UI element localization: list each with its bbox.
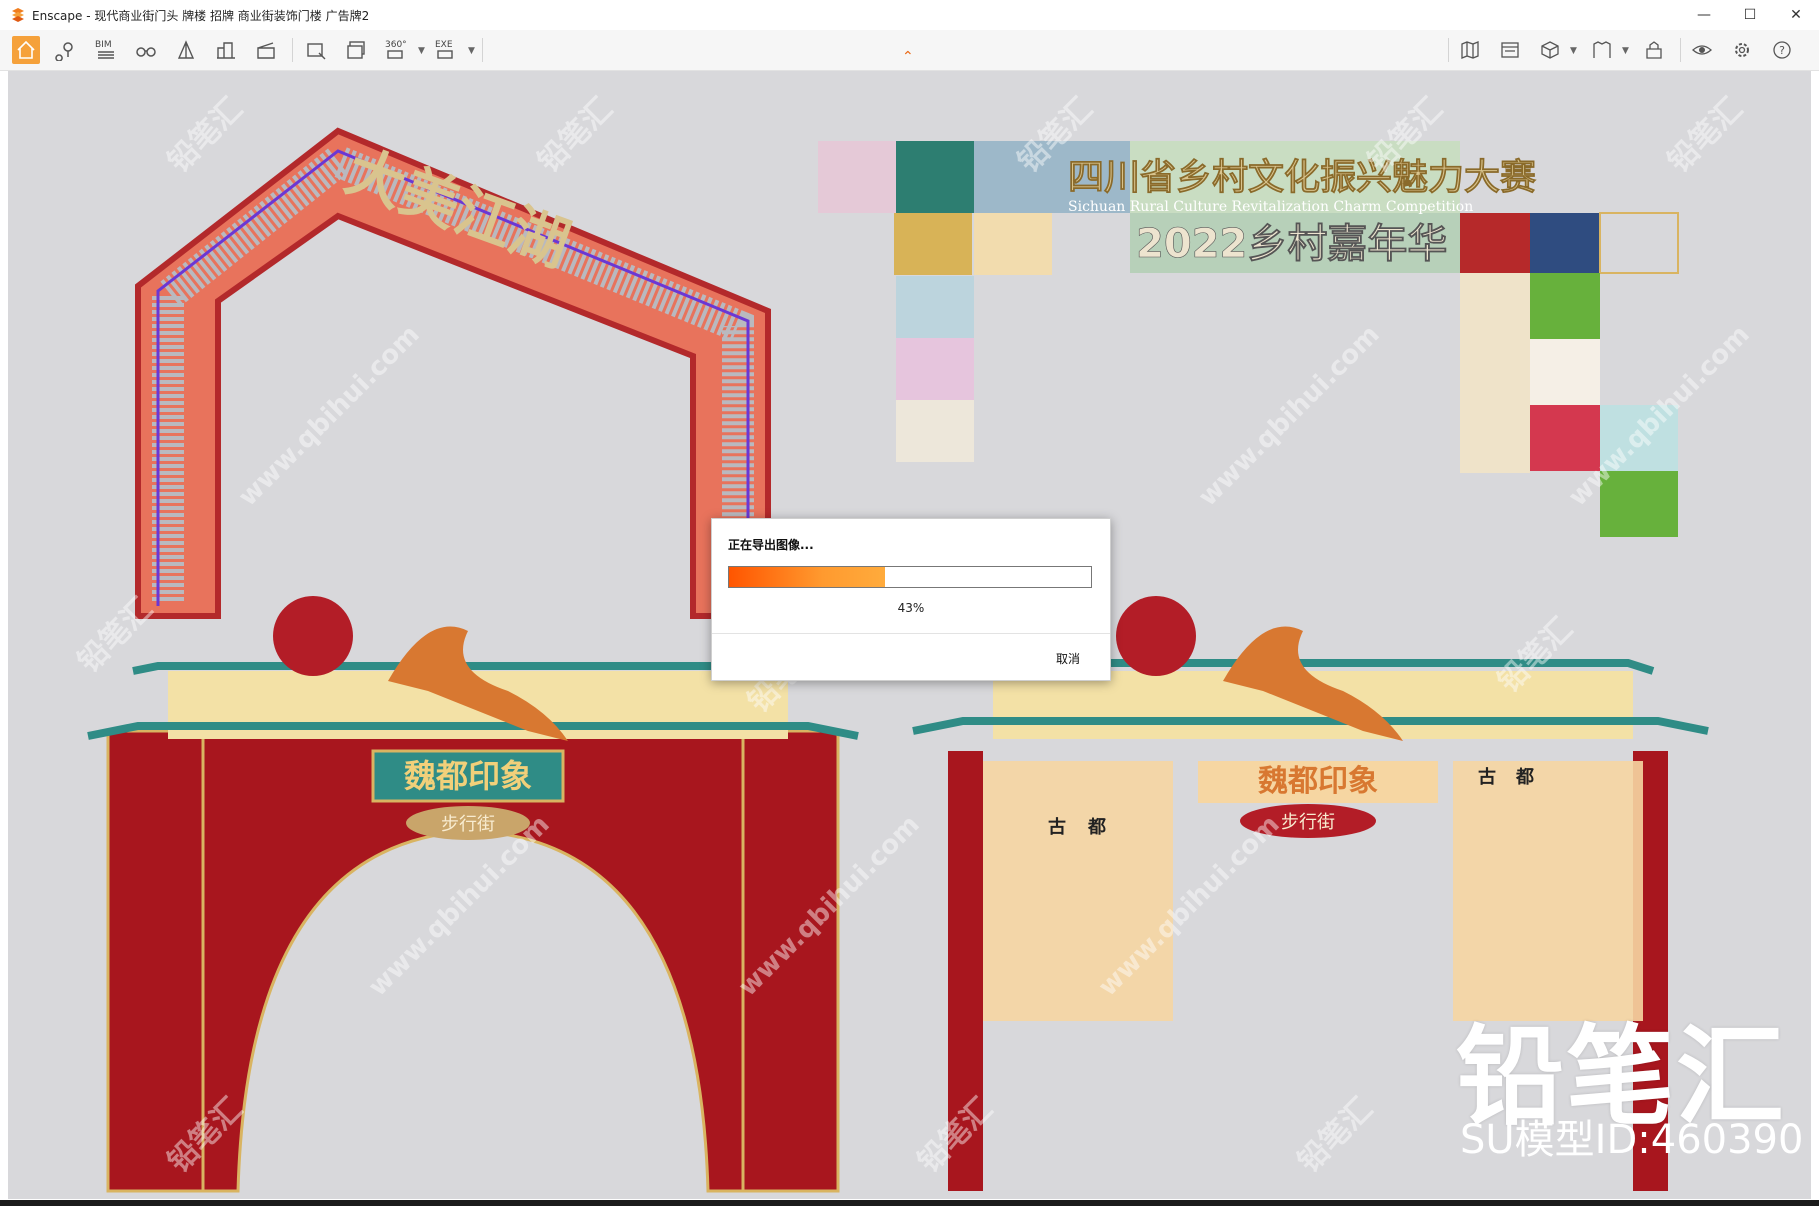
asset-library-icon xyxy=(1593,41,1611,58)
perspective-button[interactable] xyxy=(172,36,200,64)
collapse-toolbar-icon[interactable]: ⌃ xyxy=(902,49,914,65)
close-icon: ✕ xyxy=(1790,7,1802,23)
upload-button[interactable] xyxy=(1640,36,1668,64)
banner-subtitle: Sichuan Rural Culture Revitalization Cha… xyxy=(1068,199,1473,215)
eye-settings-icon xyxy=(1692,45,1712,55)
home-icon xyxy=(17,40,35,59)
cube-view-button[interactable] xyxy=(1536,36,1564,64)
map-button[interactable] xyxy=(1456,36,1484,64)
toolbar-separator xyxy=(1680,38,1681,62)
buildings-button[interactable] xyxy=(212,36,240,64)
video-editor-button[interactable] xyxy=(1496,36,1524,64)
clapperboard-button[interactable] xyxy=(252,36,280,64)
perspective-icon xyxy=(177,40,195,59)
batch-render-button[interactable] xyxy=(342,36,370,64)
cancel-button[interactable]: 取消 xyxy=(1056,650,1080,667)
close-button[interactable]: ✕ xyxy=(1773,0,1819,30)
upload-icon xyxy=(1646,41,1662,59)
export-progress-dialog: 正在导出图像... 43% 取消 xyxy=(711,518,1111,681)
bim-button[interactable]: BIM xyxy=(92,36,120,64)
enscape-logo-icon xyxy=(12,8,24,22)
tile-char: 古 xyxy=(1478,766,1496,788)
progress-bar-fill xyxy=(729,567,885,587)
buildings-icon xyxy=(217,42,235,59)
asset-library-button[interactable] xyxy=(1588,36,1616,64)
window-controls: — ☐ ✕ xyxy=(1681,0,1819,30)
exe-dropdown-icon[interactable]: ▼ xyxy=(468,46,475,56)
progress-bar xyxy=(728,566,1092,588)
panorama-button[interactable]: 360° xyxy=(382,36,410,64)
location-pin-icon xyxy=(55,42,73,61)
gate-subtitle-left: 步行街 xyxy=(441,814,495,835)
asset-library-dropdown-icon[interactable]: ▼ xyxy=(1622,46,1629,56)
location-button[interactable] xyxy=(52,36,80,64)
cube-view-dropdown-icon[interactable]: ▼ xyxy=(1570,46,1577,56)
home-button[interactable] xyxy=(12,36,40,64)
pano-label: 360° xyxy=(385,40,407,50)
dialog-title: 正在导出图像... xyxy=(728,538,814,552)
toolbar-separator xyxy=(482,38,483,62)
gate-title-right: 魏都印象 xyxy=(1258,764,1378,799)
help-button[interactable]: ? xyxy=(1768,36,1796,64)
screenshot-icon xyxy=(307,43,326,60)
banner-year-text: 2022乡村嘉年华 xyxy=(1136,221,1447,267)
binoculars-button[interactable] xyxy=(132,36,160,64)
cube-view-icon xyxy=(1541,41,1559,59)
clapperboard-icon xyxy=(257,42,275,59)
toolbar-separator xyxy=(292,38,293,62)
maximize-icon: ☐ xyxy=(1743,7,1757,23)
binoculars-icon xyxy=(136,47,156,57)
progress-percent: 43% xyxy=(897,601,925,615)
toolbar-separator xyxy=(1448,38,1449,62)
bim-label: BIM xyxy=(95,40,112,50)
enscape-window: Enscape - 现代商业街门头 牌楼 招牌 商业街装饰门楼 广告牌2 — ☐… xyxy=(0,0,1819,1200)
minimize-icon: — xyxy=(1697,7,1711,23)
title-bar: Enscape - 现代商业街门头 牌楼 招牌 商业街装饰门楼 广告牌2 — ☐… xyxy=(0,0,1819,30)
exe-label: EXE xyxy=(435,40,453,50)
dialog-divider xyxy=(712,633,1110,634)
banner-title: 四川省乡村文化振兴魅力大赛 xyxy=(1068,157,1537,198)
video-editor-icon xyxy=(1501,42,1519,58)
batch-render-icon xyxy=(347,41,365,59)
eye-settings-button[interactable] xyxy=(1688,36,1716,64)
tile-char: 古 xyxy=(1048,816,1066,838)
gate-title-left: 魏都印象 xyxy=(404,757,532,795)
help-icon: ? xyxy=(1773,41,1791,59)
settings-gear-icon xyxy=(1735,43,1749,57)
minimize-button[interactable]: — xyxy=(1681,0,1727,30)
model-id-text: SU模型ID:460390 xyxy=(1460,1117,1804,1163)
settings-button[interactable] xyxy=(1728,36,1756,64)
window-title: Enscape - 现代商业街门头 牌楼 招牌 商业街装饰门楼 广告牌2 xyxy=(32,8,370,23)
maximize-button[interactable]: ☐ xyxy=(1727,0,1773,30)
exe-export-button[interactable]: EXE xyxy=(432,36,460,64)
svg-text:?: ? xyxy=(1779,44,1785,57)
map-icon xyxy=(1461,41,1479,59)
tile-char: 都 xyxy=(1515,767,1534,788)
screenshot-button[interactable] xyxy=(302,36,330,64)
left-arch: 大美江湖 xyxy=(135,127,771,619)
gate-subtitle-right: 步行街 xyxy=(1281,812,1335,833)
tile-char: 都 xyxy=(1087,817,1106,838)
panorama-dropdown-icon[interactable]: ▼ xyxy=(418,46,425,56)
